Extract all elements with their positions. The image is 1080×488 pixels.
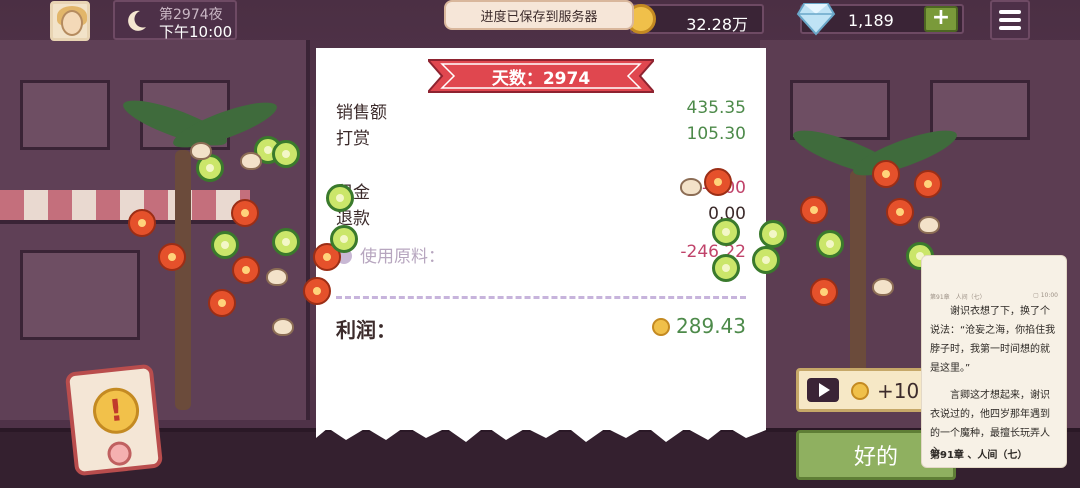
tips-value: 105.30	[686, 124, 746, 144]
garlic-particle	[918, 216, 940, 234]
tomato-particle	[208, 289, 236, 317]
tomato-particle	[800, 196, 828, 224]
reader-overlay[interactable]: 第91章 人间（七） ▢ 10:00 谢识衣想了下，换了个说法：“沧妄之海，你掐…	[921, 255, 1067, 468]
receipt-divider	[336, 296, 746, 299]
pepper-particle	[816, 230, 844, 258]
coin-balance: 32.28万	[626, 4, 764, 34]
day-title: 天数：2974	[491, 69, 591, 89]
menu-icon	[999, 18, 1021, 22]
gem-balance: 1,189 +	[796, 3, 964, 36]
pepper-particle	[326, 184, 354, 212]
pepper-particle	[712, 254, 740, 282]
tomato-particle	[231, 199, 259, 227]
daily-receipt: 天数：2974 销售额 435.35 打赏 105.30 租金 -5.00 退款…	[316, 48, 766, 442]
reader-body: 谢识衣想了下，换了个说法：“沧妄之海，你掐住我脖子时，我第一时间想的就是这里。”…	[930, 302, 1058, 467]
garlic-particle	[872, 278, 894, 296]
pepper-particle	[272, 228, 300, 256]
background-window	[20, 80, 110, 150]
background-window	[20, 250, 140, 340]
sales-label: 销售额	[336, 103, 387, 123]
reader-paragraph: 谢识衣想了下，换了个说法：“沧妄之海，你掐住我脖子时，我第一时间想的就是这里。”	[930, 306, 1056, 374]
ingredients-row[interactable]: 使用原料： -246.22	[336, 242, 746, 267]
tomato-particle	[303, 277, 331, 305]
save-toast: 进度已保存到服务器	[444, 0, 634, 30]
profit-value: 289.43	[676, 314, 746, 338]
coin-icon	[652, 318, 671, 336]
refund-row: 退款 0.00	[336, 204, 746, 229]
tomato-particle	[232, 256, 260, 284]
reader-header-status: ▢ 10:00	[1033, 292, 1058, 299]
coin-amount: 32.28万	[686, 15, 748, 34]
player-avatar[interactable]	[50, 1, 90, 41]
diamond-icon	[796, 3, 836, 36]
day-time-panel: 第2974夜 下午10:00	[113, 0, 237, 41]
receipt-torn-edge	[316, 416, 766, 442]
reader-header: 第91章 人间（七） ▢ 10:00	[930, 292, 1058, 301]
tomato-particle	[872, 160, 900, 188]
tomato-particle	[810, 278, 838, 306]
watch-ad-button[interactable]: +10	[796, 368, 926, 412]
background-awning	[0, 190, 250, 224]
profit-label: 利润：	[336, 318, 396, 342]
menu-button[interactable]	[990, 0, 1030, 40]
coin-icon	[851, 382, 869, 400]
gem-amount: 1,189	[848, 11, 894, 30]
tips-label: 打赏	[336, 129, 370, 149]
sales-row: 销售额 435.35	[336, 98, 746, 123]
tomato-particle	[886, 198, 914, 226]
save-toast-text: 进度已保存到服务器	[480, 9, 598, 25]
ingredients-label: 使用原料：	[360, 247, 445, 267]
day-ribbon: 天数：2974	[425, 58, 657, 94]
pepper-particle	[759, 220, 787, 248]
background-building-left	[0, 40, 310, 420]
ad-reward-label: +10	[877, 379, 920, 403]
tomato-particle	[128, 209, 156, 237]
add-gems-button[interactable]: +	[924, 6, 958, 32]
pepper-particle	[330, 225, 358, 253]
tomato-particle	[704, 168, 732, 196]
menu-icon	[999, 10, 1021, 14]
pepper-particle	[752, 246, 780, 274]
avatar-face	[61, 10, 83, 36]
pepper-particle	[272, 140, 300, 168]
alert-dot	[106, 440, 133, 467]
tomato-particle	[914, 170, 942, 198]
garlic-particle	[240, 152, 262, 170]
garlic-particle	[272, 318, 294, 336]
alert-icon: !	[90, 385, 142, 437]
play-icon	[807, 378, 839, 402]
reader-chapter-title: 第91章 、人间（七）	[930, 450, 1028, 461]
profit-amount: 289.43	[652, 314, 746, 338]
palm-trunk	[175, 150, 191, 410]
alert-card[interactable]: !	[64, 363, 164, 477]
moon-icon	[128, 10, 146, 31]
clock-time: 下午10:00	[159, 23, 233, 41]
garlic-particle	[680, 178, 702, 196]
tips-row: 打赏 105.30	[336, 124, 746, 149]
sales-value: 435.35	[686, 98, 746, 118]
pepper-particle	[211, 231, 239, 259]
tomato-particle	[158, 243, 186, 271]
garlic-particle	[190, 142, 212, 160]
garlic-particle	[266, 268, 288, 286]
menu-icon	[999, 26, 1021, 30]
reader-header-chapter: 第91章 人间（七）	[930, 294, 986, 301]
pepper-particle	[712, 218, 740, 246]
